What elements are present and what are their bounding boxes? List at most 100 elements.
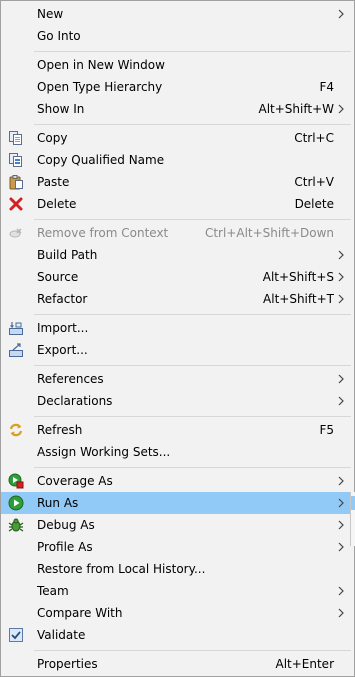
menu-separator — [34, 314, 351, 315]
checkmark-icon — [9, 628, 23, 642]
context-menu: New Go Into Open in New Window Open Type… — [0, 0, 355, 677]
menu-item-shortcut: Alt+Shift+S — [262, 270, 334, 284]
menu-item-new[interactable]: New — [1, 3, 354, 25]
menu-item-label: Import... — [37, 321, 89, 335]
menu-item-label: Copy Qualified Name — [37, 153, 165, 167]
menu-item-shortcut: F5 — [319, 423, 334, 437]
menu-item-label: Properties — [37, 657, 98, 671]
menu-item-shortcut: Ctrl+Alt+Shift+Down — [204, 226, 334, 240]
menu-separator — [34, 365, 351, 366]
menu-item-properties[interactable]: Properties Alt+Enter — [1, 653, 354, 675]
menu-item-label: Compare With — [37, 606, 123, 620]
menu-item-shortcut: Ctrl+V — [294, 175, 334, 189]
paste-icon — [9, 175, 23, 190]
menu-item-build-path[interactable]: Build Path — [1, 244, 354, 266]
menu-item-label: Debug As — [37, 518, 95, 532]
chevron-right-icon — [338, 9, 344, 19]
copy-icon — [9, 131, 22, 145]
chevron-right-icon — [338, 520, 344, 530]
menu-item-label: Copy — [37, 131, 68, 145]
menu-item-label: Restore from Local History... — [37, 562, 206, 576]
export-icon — [9, 343, 23, 357]
coverage-icon — [8, 473, 24, 489]
menu-item-label: References — [37, 372, 104, 386]
menu-separator — [34, 219, 351, 220]
menu-item-label: Run As — [37, 496, 79, 510]
menu-item-team[interactable]: Team — [1, 580, 354, 602]
menu-item-label: Remove from Context — [37, 226, 169, 240]
menu-item-label: Coverage As — [37, 474, 113, 488]
menu-item-export[interactable]: Export... — [1, 339, 354, 361]
menu-item-debug-as[interactable]: Debug As — [1, 514, 354, 536]
menu-item-coverage-as[interactable]: Coverage As — [1, 470, 354, 492]
menu-item-label: Open in New Window — [37, 58, 165, 72]
menu-item-label: Go Into — [37, 29, 81, 43]
menu-item-shortcut: Ctrl+C — [294, 131, 334, 145]
menu-item-import[interactable]: Import... — [1, 317, 354, 339]
run-as-submenu-highlight — [351, 496, 355, 510]
menu-item-profile-as[interactable]: Profile As — [1, 536, 354, 558]
menu-item-assign-working-sets[interactable]: Assign Working Sets... — [1, 441, 354, 463]
menu-item-show-in[interactable]: Show In Alt+Shift+W — [1, 98, 354, 120]
menu-item-label: Refresh — [37, 423, 83, 437]
chevron-right-icon — [338, 272, 344, 282]
menu-item-label: Build Path — [37, 248, 98, 262]
menu-item-label: Refactor — [37, 292, 88, 306]
menu-item-label: Open Type Hierarchy — [37, 80, 163, 94]
menu-item-label: Declarations — [37, 394, 113, 408]
menu-item-delete[interactable]: Delete Delete — [1, 193, 354, 215]
menu-item-copy[interactable]: Copy Ctrl+C — [1, 127, 354, 149]
menu-item-label: Source — [37, 270, 79, 284]
chevron-right-icon — [338, 608, 344, 618]
menu-separator — [34, 650, 351, 651]
menu-item-shortcut: Delete — [294, 197, 334, 211]
chevron-right-icon — [338, 294, 344, 304]
debug-icon — [8, 518, 24, 532]
run-icon — [8, 495, 24, 511]
menu-item-refresh[interactable]: Refresh F5 — [1, 419, 354, 441]
chevron-right-icon — [338, 586, 344, 596]
chevron-right-icon — [338, 104, 344, 114]
menu-item-copy-qualified-name[interactable]: Copy Qualified Name — [1, 149, 354, 171]
menu-item-shortcut: Alt+Shift+T — [263, 292, 334, 306]
remove-from-context-icon — [9, 228, 22, 238]
chevron-right-icon — [338, 542, 344, 552]
menu-separator — [34, 416, 351, 417]
menu-item-go-into[interactable]: Go Into — [1, 25, 354, 47]
chevron-right-icon — [338, 476, 344, 486]
menu-item-declarations[interactable]: Declarations — [1, 390, 354, 412]
menu-item-source[interactable]: Source Alt+Shift+S — [1, 266, 354, 288]
menu-item-compare-with[interactable]: Compare With — [1, 602, 354, 624]
menu-item-label: Team — [37, 584, 69, 598]
menu-item-open-type-hierarchy[interactable]: Open Type Hierarchy F4 — [1, 76, 354, 98]
menu-item-remove-from-context: Remove from Context Ctrl+Alt+Shift+Down — [1, 222, 354, 244]
import-icon — [9, 322, 23, 335]
menu-item-label: Profile As — [37, 540, 93, 554]
chevron-right-icon — [338, 396, 344, 406]
menu-item-refactor[interactable]: Refactor Alt+Shift+T — [1, 288, 354, 310]
menu-item-label: Paste — [37, 175, 70, 189]
copy-qualified-name-icon — [9, 153, 22, 167]
menu-separator — [34, 467, 351, 468]
menu-item-references[interactable]: References — [1, 368, 354, 390]
menu-item-shortcut: Alt+Shift+W — [258, 102, 335, 116]
chevron-right-icon — [338, 374, 344, 384]
menu-item-label: Delete — [37, 197, 77, 211]
menu-item-label: Validate — [37, 628, 86, 642]
menu-separator — [34, 124, 351, 125]
menu-item-restore-from-local-history[interactable]: Restore from Local History... — [1, 558, 354, 580]
menu-item-label: Export... — [37, 343, 88, 357]
menu-item-validate[interactable]: Validate — [1, 624, 354, 646]
menu-separator — [34, 51, 351, 52]
chevron-right-icon — [338, 498, 344, 508]
menu-item-paste[interactable]: Paste Ctrl+V — [1, 171, 354, 193]
menu-item-run-as[interactable]: Run As — [1, 492, 354, 514]
chevron-right-icon — [338, 250, 344, 260]
menu-item-label: Show In — [37, 102, 85, 116]
menu-item-shortcut: Alt+Enter — [275, 657, 334, 671]
menu-item-shortcut: F4 — [319, 80, 334, 94]
refresh-icon — [9, 423, 23, 437]
delete-icon — [9, 197, 23, 211]
menu-item-label: New — [37, 7, 64, 21]
menu-item-open-in-new-window[interactable]: Open in New Window — [1, 54, 354, 76]
